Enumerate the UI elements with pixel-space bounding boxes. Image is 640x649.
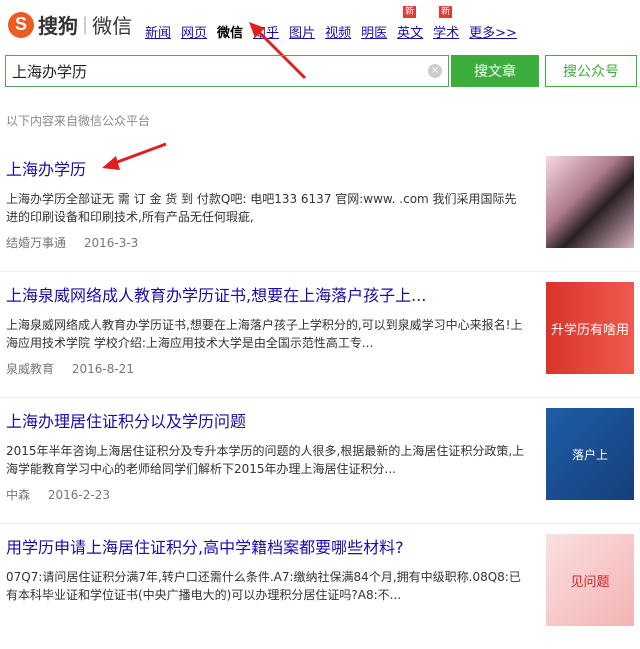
result-thumbnail[interactable]: 见问题 — [546, 534, 634, 626]
nav-scholar[interactable]: 学术 — [433, 26, 459, 41]
nav-more[interactable]: 更多>> — [469, 22, 517, 41]
clear-icon[interactable]: × — [428, 64, 442, 78]
nav-web[interactable]: 网页 — [181, 22, 207, 41]
result-date: 2016-3-3 — [83, 236, 139, 250]
result-item: 用学历申请上海居住证积分,高中学籍档案都要哪些材料? 07Q7:请问居住证积分满… — [0, 523, 640, 649]
result-title[interactable]: 用学历申请上海居住证积分,高中学籍档案都要哪些材料? — [6, 534, 526, 558]
sogou-logo[interactable]: S 搜狗 | 微信 — [8, 10, 132, 39]
top-bar: S 搜狗 | 微信 新闻 网页 微信 知乎 图片 视频 明医 新 英文 新 学术… — [0, 0, 640, 48]
result-snippet: 07Q7:请问居住证积分满7年,转户口还需什么条件.A7:缴纳社保满84个月,拥… — [6, 570, 521, 602]
search-row: 上海办学历 × 搜文章 搜公众号 — [5, 55, 637, 87]
result-thumbnail[interactable]: 升学历有啥用 — [546, 282, 634, 374]
result-meta: 中森 2016-2-23 — [6, 486, 110, 503]
result-thumbnail[interactable]: 落户上 — [546, 408, 634, 500]
nav-english-wrap: 新 英文 — [397, 6, 423, 41]
nav-english[interactable]: 英文 — [397, 26, 423, 41]
result-date: 2016-8-21 — [71, 362, 134, 376]
nav-mingyi[interactable]: 明医 — [361, 22, 387, 41]
logo-brand-text: 搜狗 — [38, 14, 78, 38]
nav-video[interactable]: 视频 — [325, 22, 351, 41]
result-source[interactable]: 结婚万事通 — [6, 236, 66, 250]
result-title[interactable]: 上海泉威网络成人教育办学历证书,想要在上海落户孩子上... — [6, 282, 526, 306]
result-source[interactable]: 泉威教育 — [6, 362, 54, 376]
result-item: 上海办学历 上海办学历全部证无 需 订 金 货 到 付款Q吧: 电吧133 61… — [0, 146, 640, 271]
result-item: 上海泉威网络成人教育办学历证书,想要在上海落户孩子上... 上海泉威网络成人教育… — [0, 271, 640, 397]
result-thumbnail[interactable] — [546, 156, 634, 248]
sogou-logo-icon: S — [8, 11, 34, 38]
search-articles-button[interactable]: 搜文章 — [451, 55, 539, 87]
result-source[interactable]: 中森 — [6, 488, 30, 502]
results-list: 上海办学历 上海办学历全部证无 需 订 金 货 到 付款Q吧: 电吧133 61… — [0, 146, 640, 649]
nav-scholar-wrap: 新 学术 — [433, 6, 459, 41]
source-note: 以下内容来自微信公众平台 — [6, 114, 151, 128]
thumbnail-text: 落户上 — [571, 447, 608, 462]
result-snippet: 上海泉威网络成人教育办学历证书,想要在上海落户孩子上学积分的,可以到泉威学习中心… — [6, 318, 523, 350]
thumbnail-text: 见问题 — [570, 574, 610, 590]
new-badge: 新 — [439, 6, 453, 18]
search-query: 上海办学历 — [12, 62, 88, 81]
result-title[interactable]: 上海办学历 — [6, 156, 526, 180]
search-accounts-button[interactable]: 搜公众号 — [545, 55, 637, 87]
logo-divider: | — [82, 14, 89, 35]
result-snippet: 上海办学历全部证无 需 订 金 货 到 付款Q吧: 电吧133 6137 官网:… — [6, 192, 517, 224]
nav-news[interactable]: 新闻 — [145, 22, 171, 41]
search-input[interactable]: 上海办学历 × — [5, 55, 449, 87]
thumbnail-text: 升学历有啥用 — [550, 322, 629, 338]
result-meta: 泉威教育 2016-8-21 — [6, 360, 134, 377]
vertical-nav: 新闻 网页 微信 知乎 图片 视频 明医 新 英文 新 学术 更多>> — [145, 6, 517, 41]
logo-sub-text: 微信 — [92, 14, 133, 38]
result-date: 2016-2-23 — [47, 488, 110, 502]
result-meta: 结婚万事通 2016-3-3 — [6, 234, 138, 251]
new-badge: 新 — [403, 6, 417, 18]
result-item: 上海办理居住证积分以及学历问题 2015年半年咨询上海居住证积分及专升本学历的问… — [0, 397, 640, 523]
nav-weixin[interactable]: 微信 — [217, 22, 243, 41]
result-title[interactable]: 上海办理居住证积分以及学历问题 — [6, 408, 526, 432]
result-snippet: 2015年半年咨询上海居住证积分及专升本学历的问题的人很多,根据最新的上海居住证… — [6, 444, 525, 476]
